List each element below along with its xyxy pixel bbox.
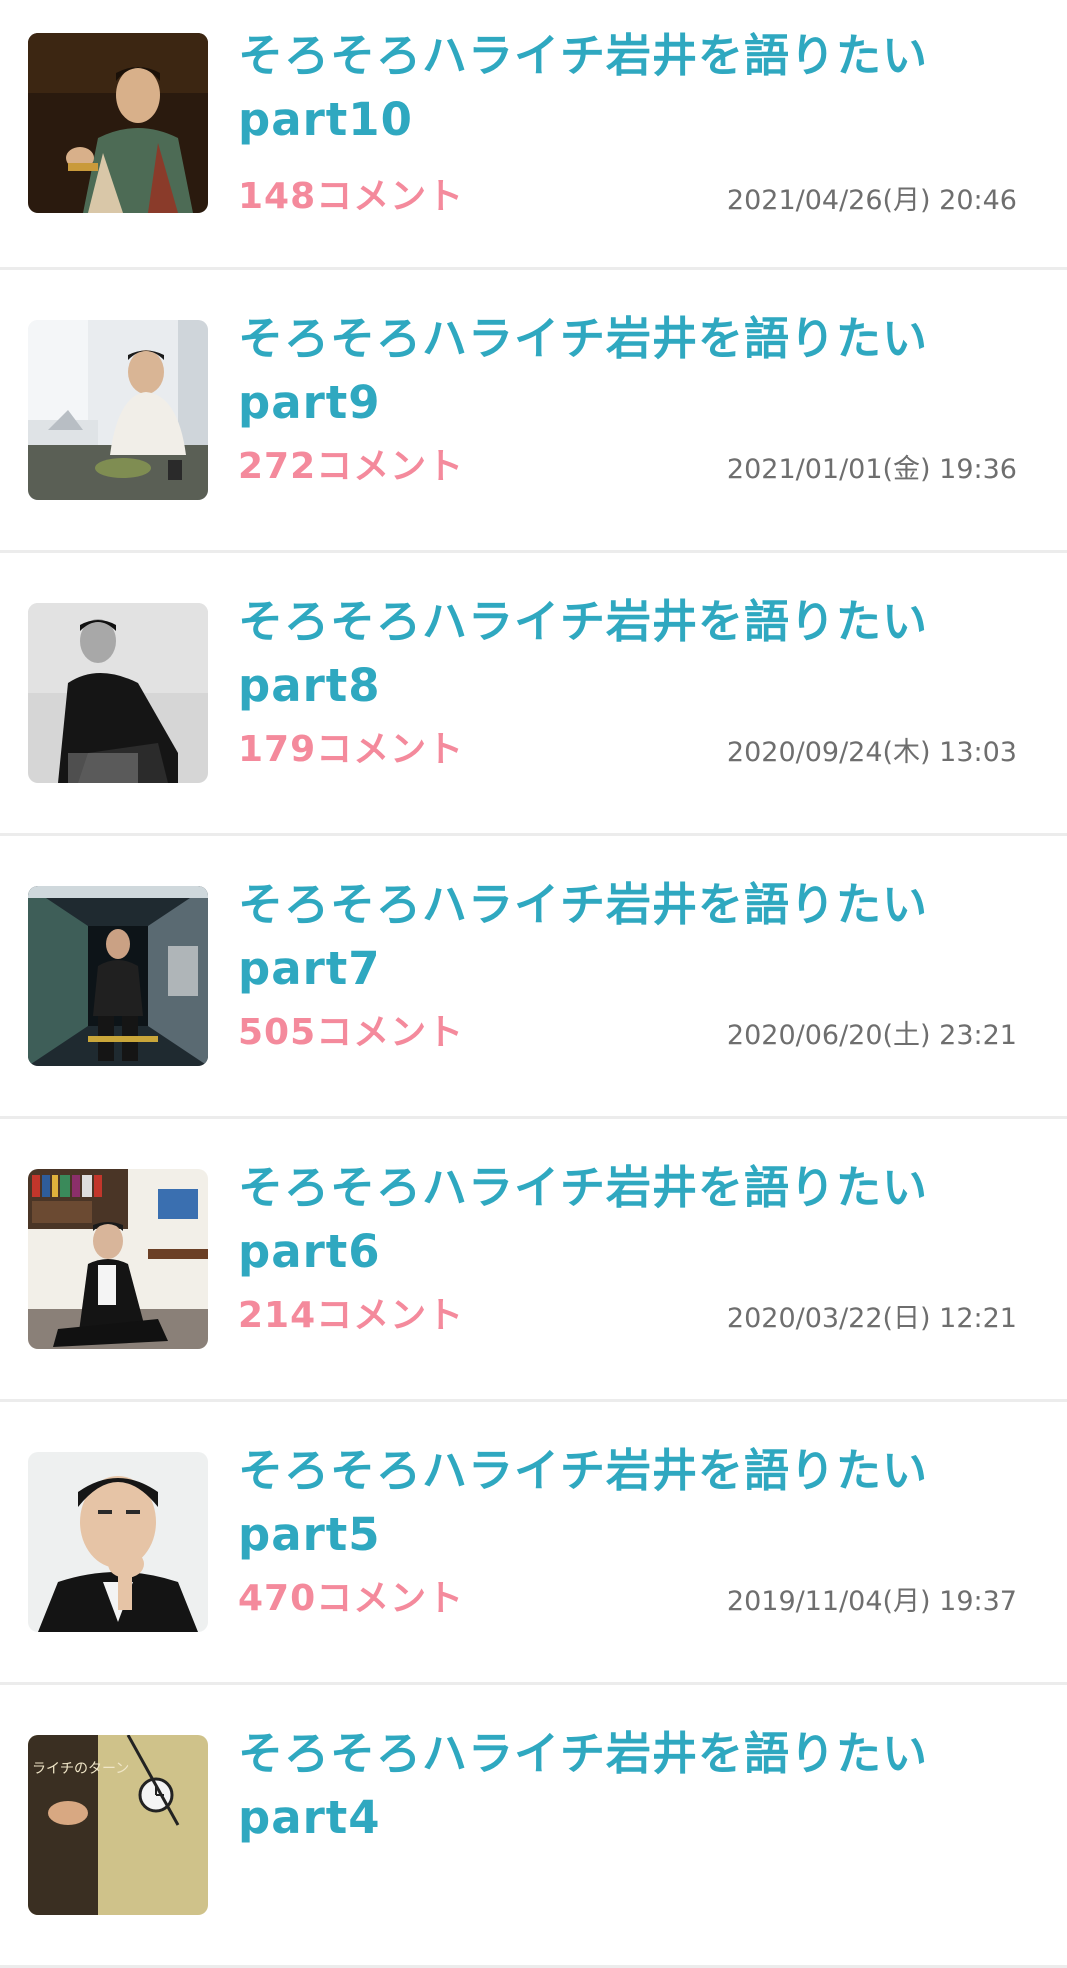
thread-title[interactable]: そろそろハライチ岩井を語りたい part8	[238, 590, 1038, 718]
man-hallway-photo-icon	[28, 886, 208, 1066]
thread-date: 2020/03/22(日) 12:21	[726, 1303, 1017, 1334]
man-portrait-photo-icon	[28, 1452, 208, 1632]
thread-title-part[interactable]: part7	[238, 937, 1038, 1001]
thread-list: そろそろハライチ岩井を語りたい part10 148コメント 2021/04/2…	[0, 0, 1067, 1968]
thread-thumbnail[interactable]	[28, 1169, 208, 1349]
thread-title[interactable]: そろそろハライチ岩井を語りたい part4	[238, 1722, 1038, 1850]
thread-title-main[interactable]: そろそろハライチ岩井を語りたい	[238, 590, 1038, 654]
thread-date: 2021/01/01(金) 19:36	[726, 454, 1017, 485]
thread-thumbnail[interactable]	[28, 886, 208, 1066]
thread-title-part[interactable]: part5	[238, 1503, 1038, 1567]
comment-count: 272コメント	[238, 446, 465, 487]
thread-title-main[interactable]: そろそろハライチ岩井を語りたい	[238, 24, 1038, 88]
man-eating-photo-icon	[28, 320, 208, 500]
thread-title[interactable]: そろそろハライチ岩井を語りたい part10	[238, 24, 1038, 152]
thumb-caption-text: ライチのターン	[32, 1761, 129, 1777]
thread-thumbnail[interactable]	[28, 603, 208, 783]
thread-date: 2021/04/26(月) 20:46	[726, 185, 1017, 216]
thread-date: 2020/06/20(土) 23:21	[726, 1020, 1017, 1051]
comment-count: 148コメント	[238, 176, 465, 217]
thread-thumbnail[interactable]	[28, 33, 208, 213]
man-seated-photo-icon	[28, 33, 208, 213]
thread-thumbnail[interactable]	[28, 320, 208, 500]
thread-item[interactable]: そろそろハライチ岩井を語りたい part6 214コメント 2020/03/22…	[0, 1119, 1067, 1402]
man-studio-photo-icon: ライチのターン	[28, 1735, 208, 1915]
thread-item[interactable]: そろそろハライチ岩井を語りたい part7 505コメント 2020/06/20…	[0, 836, 1067, 1119]
thread-thumbnail[interactable]: ライチのターン	[28, 1735, 208, 1915]
comment-count: 214コメント	[238, 1295, 465, 1336]
comment-count: 179コメント	[238, 729, 465, 770]
thread-title-part[interactable]: part6	[238, 1220, 1038, 1284]
thread-title-main[interactable]: そろそろハライチ岩井を語りたい	[238, 1722, 1038, 1786]
thread-item[interactable]: そろそろハライチ岩井を語りたい part9 272コメント 2021/01/01…	[0, 270, 1067, 553]
thread-title-main[interactable]: そろそろハライチ岩井を語りたい	[238, 307, 1038, 371]
thread-title-main[interactable]: そろそろハライチ岩井を語りたい	[238, 1439, 1038, 1503]
thread-item[interactable]: そろそろハライチ岩井を語りたい part10 148コメント 2021/04/2…	[0, 0, 1067, 270]
thread-title-main[interactable]: そろそろハライチ岩井を語りたい	[238, 873, 1038, 937]
comment-count: 470コメント	[238, 1578, 465, 1619]
thread-title-part[interactable]: part8	[238, 654, 1038, 718]
thread-item[interactable]: そろそろハライチ岩井を語りたい part5 470コメント 2019/11/04…	[0, 1402, 1067, 1685]
man-black-outfit-photo-icon	[28, 603, 208, 783]
thread-title-part[interactable]: part9	[238, 371, 1038, 435]
thread-title-main[interactable]: そろそろハライチ岩井を語りたい	[238, 1156, 1038, 1220]
thread-date: 2019/11/04(月) 19:37	[726, 1586, 1017, 1617]
thread-item[interactable]: ライチのターン そろそろハライチ岩井を語りたい part4	[0, 1685, 1067, 1968]
thread-title[interactable]: そろそろハライチ岩井を語りたい part5	[238, 1439, 1038, 1567]
thread-title-part[interactable]: part4	[238, 1786, 1038, 1850]
thread-title-part[interactable]: part10	[238, 88, 1038, 152]
thread-item[interactable]: そろそろハライチ岩井を語りたい part8 179コメント 2020/09/24…	[0, 553, 1067, 836]
thread-title[interactable]: そろそろハライチ岩井を語りたい part9	[238, 307, 1038, 435]
thread-date: 2020/09/24(木) 13:03	[726, 737, 1017, 768]
man-bookshelf-photo-icon	[28, 1169, 208, 1349]
thread-title[interactable]: そろそろハライチ岩井を語りたい part7	[238, 873, 1038, 1001]
thread-title[interactable]: そろそろハライチ岩井を語りたい part6	[238, 1156, 1038, 1284]
thread-thumbnail[interactable]	[28, 1452, 208, 1632]
comment-count: 505コメント	[238, 1012, 465, 1053]
